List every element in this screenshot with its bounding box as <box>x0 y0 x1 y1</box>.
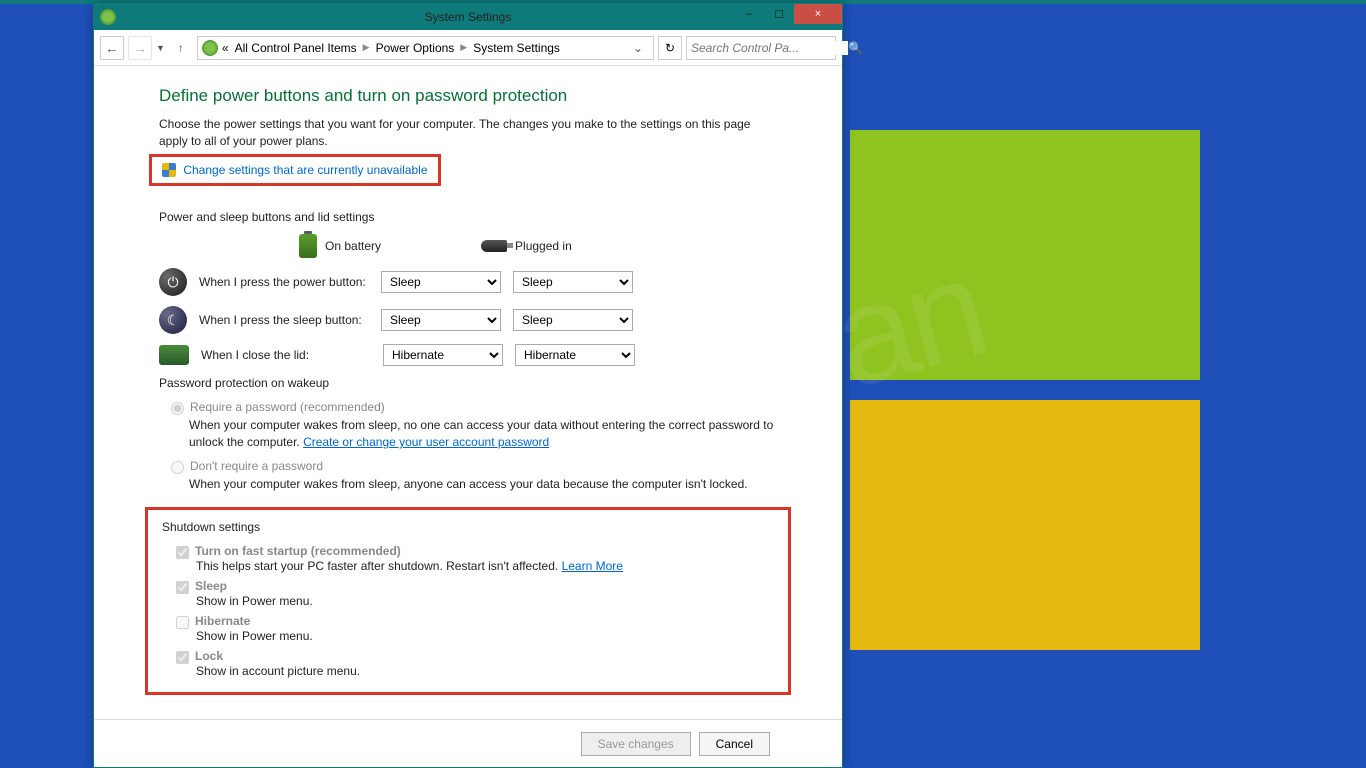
page-heading: Define power buttons and turn on passwor… <box>159 86 777 106</box>
breadcrumb-item-1[interactable]: All Control Panel Items <box>233 39 359 57</box>
chk-lock-label: Lock <box>195 649 223 663</box>
window-title: System Settings <box>94 10 842 24</box>
nav-up-button[interactable]: ↑ <box>169 36 193 60</box>
create-password-link[interactable]: Create or change your user account passw… <box>303 435 549 449</box>
radio-no-password-label: Don't require a password <box>190 459 323 473</box>
chk-lock <box>176 651 189 664</box>
chk-sleep <box>176 581 189 594</box>
row-power-label: When I press the power button: <box>199 275 369 289</box>
section-buttons-heading: Power and sleep buttons and lid settings <box>159 210 777 224</box>
lid-plugged-select[interactable]: Hibernate <box>515 344 635 366</box>
navbar: ← → ▼ ↑ « All Control Panel Items ▶ Powe… <box>94 30 842 66</box>
up-icon: ↑ <box>178 41 184 55</box>
change-settings-link[interactable]: Change settings that are currently unava… <box>183 163 427 177</box>
radio-no-password <box>171 461 184 474</box>
maximize-button[interactable]: ☐ <box>764 4 794 24</box>
page-intro: Choose the power settings that you want … <box>159 116 777 150</box>
chk-hibernate <box>176 616 189 629</box>
battery-icon <box>299 234 317 258</box>
refresh-button[interactable]: ↻ <box>658 36 682 60</box>
sleep-button-icon: ☾ <box>159 306 187 334</box>
radio-require-password-label: Require a password (recommended) <box>190 400 385 414</box>
chk-lock-desc: Show in account picture menu. <box>196 664 774 678</box>
chk-sleep-desc: Show in Power menu. <box>196 594 774 608</box>
footer: Save changes Cancel <box>94 719 842 767</box>
content-area: Define power buttons and turn on passwor… <box>94 66 842 767</box>
radio-require-password <box>171 402 184 415</box>
cancel-button[interactable]: Cancel <box>699 732 770 756</box>
chk-fast-startup <box>176 546 189 559</box>
section-password-heading: Password protection on wakeup <box>159 376 777 390</box>
plug-icon <box>481 240 507 252</box>
breadcrumb-dropdown-icon[interactable]: ⌄ <box>627 41 649 55</box>
save-button[interactable]: Save changes <box>581 732 691 756</box>
titlebar[interactable]: System Settings – ☐ × <box>94 4 842 30</box>
back-icon: ← <box>105 40 119 56</box>
chk-hibernate-desc: Show in Power menu. <box>196 629 774 643</box>
lid-icon <box>159 345 189 365</box>
lid-battery-select[interactable]: Hibernate <box>383 344 503 366</box>
power-battery-select[interactable]: Sleep <box>381 271 501 293</box>
shield-icon <box>162 163 176 177</box>
row-sleep-label: When I press the sleep button: <box>199 313 369 327</box>
chevron-right-icon: ▶ <box>458 42 469 53</box>
breadcrumb-item-3[interactable]: System Settings <box>471 39 562 57</box>
chk-hibernate-label: Hibernate <box>195 614 250 628</box>
search-icon: 🔍 <box>848 41 863 55</box>
section-shutdown-heading: Shutdown settings <box>162 520 774 534</box>
col-plugged-label: Plugged in <box>515 239 572 253</box>
sleep-battery-select[interactable]: Sleep <box>381 309 501 331</box>
chk-fast-startup-label: Turn on fast startup (recommended) <box>195 544 401 558</box>
forward-icon: → <box>133 40 147 56</box>
power-plugged-select[interactable]: Sleep <box>513 271 633 293</box>
highlight-box-1: Change settings that are currently unava… <box>149 154 441 187</box>
breadcrumb[interactable]: « All Control Panel Items ▶ Power Option… <box>197 36 654 60</box>
chk-fast-startup-desc: This helps start your PC faster after sh… <box>196 559 774 573</box>
breadcrumb-item-2[interactable]: Power Options <box>374 39 457 57</box>
desktop-tile-yellow <box>850 400 1200 650</box>
breadcrumb-prefix: « <box>220 39 231 57</box>
desktop-tile-green <box>850 130 1200 380</box>
radio-require-desc: When your computer wakes from sleep, no … <box>189 417 777 451</box>
power-button-icon: ⏻ <box>159 268 187 296</box>
highlight-box-2: Shutdown settings Turn on fast startup (… <box>145 507 791 695</box>
row-lid-label: When I close the lid: <box>201 348 371 362</box>
nav-forward-button[interactable]: → <box>128 36 152 60</box>
nav-back-button[interactable]: ← <box>100 36 124 60</box>
close-button[interactable]: × <box>794 4 842 24</box>
radio-no-password-desc: When your computer wakes from sleep, any… <box>189 476 777 493</box>
learn-more-link[interactable]: Learn More <box>562 559 623 573</box>
chk-sleep-label: Sleep <box>195 579 227 593</box>
minimize-button[interactable]: – <box>734 4 764 24</box>
refresh-icon: ↻ <box>665 41 675 55</box>
chevron-right-icon: ▶ <box>361 42 372 53</box>
search-input[interactable] <box>691 41 848 55</box>
breadcrumb-icon <box>202 40 218 56</box>
sleep-plugged-select[interactable]: Sleep <box>513 309 633 331</box>
system-settings-window: System Settings – ☐ × ← → ▼ ↑ « All Cont… <box>93 3 843 768</box>
col-battery-label: On battery <box>325 239 381 253</box>
search-box[interactable]: 🔍 <box>686 36 836 60</box>
